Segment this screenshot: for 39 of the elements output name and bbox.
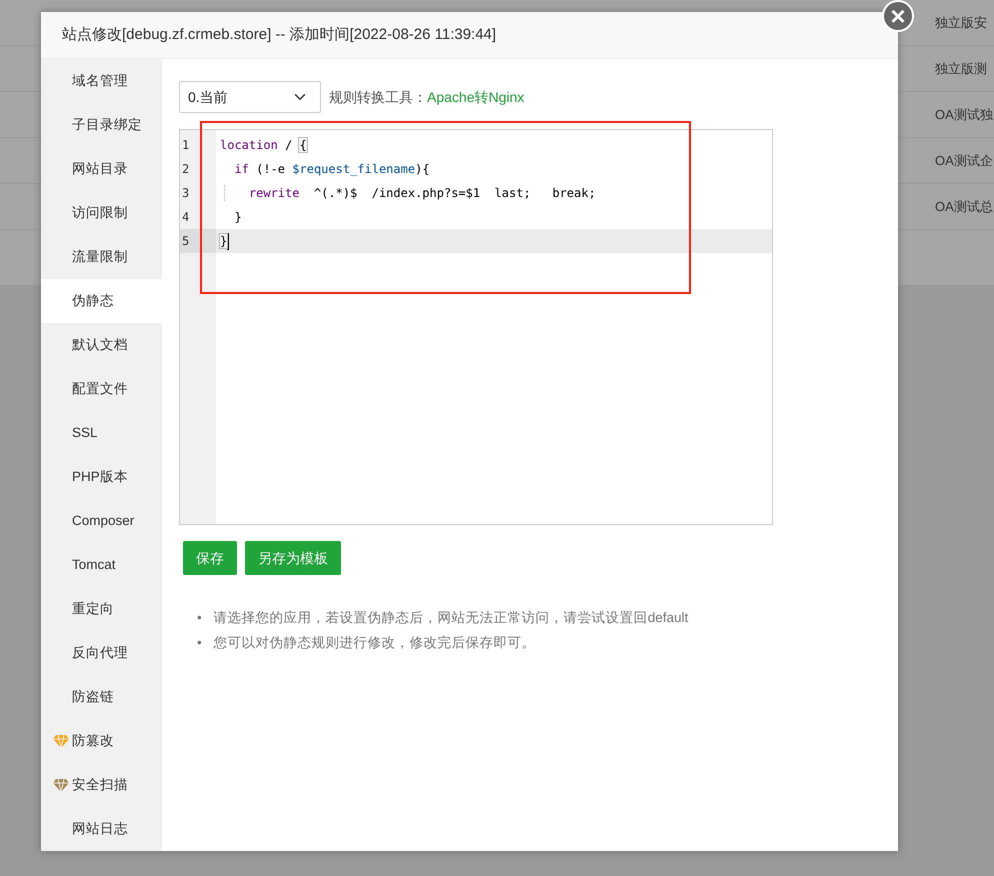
sidebar-item[interactable]: Composer: [41, 499, 162, 543]
sidebar-item[interactable]: 重定向: [41, 587, 162, 631]
code-line: rewrite ^(.*)$ /index.php?s=$1 last; break;: [216, 181, 772, 205]
note-text: 您可以对伪静态规则进行修改，修改完后保存即可。: [214, 634, 536, 652]
code-line: location / {: [219, 137, 308, 154]
sidebar-item[interactable]: 安全扫描: [41, 763, 162, 807]
code-line: if (!-e $request_filename){: [233, 161, 431, 178]
dialog-title: 站点修改[debug.zf.crmeb.store] -- 添加时间[2022-08-26 11:39:44]: [62, 24, 496, 45]
table-cell-text: OA测试独: [935, 106, 994, 124]
sidebar-item[interactable]: 域名管理: [41, 59, 162, 103]
line-number: 2: [181, 161, 190, 178]
line-number: 4: [181, 209, 190, 226]
converter-label: 规则转换工具：Apache转Nginx: [329, 88, 524, 107]
sidebar-item[interactable]: 默认文档: [41, 323, 162, 367]
sidebar-item[interactable]: 反向代理: [41, 631, 162, 675]
table-cell-text: OA测试企: [935, 152, 994, 170]
sidebar-item[interactable]: 伪静态: [41, 279, 162, 323]
line-number: 3: [181, 185, 190, 202]
rule-select[interactable]: 0.当前: [179, 81, 321, 113]
sidebar-item[interactable]: 网站目录: [41, 147, 162, 191]
sidebar-item[interactable]: 防篡改: [41, 719, 162, 763]
sidebar-item[interactable]: PHP版本: [41, 455, 162, 499]
sidebar-item[interactable]: 访问限制: [41, 191, 162, 235]
bullet: •: [197, 634, 202, 652]
sidebar-item[interactable]: 配置文件: [41, 367, 162, 411]
sidebar-item[interactable]: 防盗链: [41, 675, 162, 719]
table-cell-text: 独立版测: [935, 60, 988, 78]
sidebar-item[interactable]: 流量限制: [41, 235, 162, 279]
code-line: }: [233, 209, 243, 226]
table-cell-text: 独立版安: [935, 14, 988, 32]
sidebar-item[interactable]: Tomcat: [41, 543, 162, 587]
line-number: 1: [181, 137, 190, 154]
sidebar-item[interactable]: 网站日志: [41, 807, 162, 851]
sidebar-item[interactable]: 子目录绑定: [41, 103, 162, 147]
bullet: •: [197, 609, 202, 627]
table-cell-text: OA测试总: [935, 198, 994, 216]
sidebar-item[interactable]: SSL: [41, 411, 162, 455]
line-number: 5: [180, 229, 216, 253]
note-text: 请选择您的应用，若设置伪静态后，网站无法正常访问，请尝试设置回default: [214, 609, 688, 627]
